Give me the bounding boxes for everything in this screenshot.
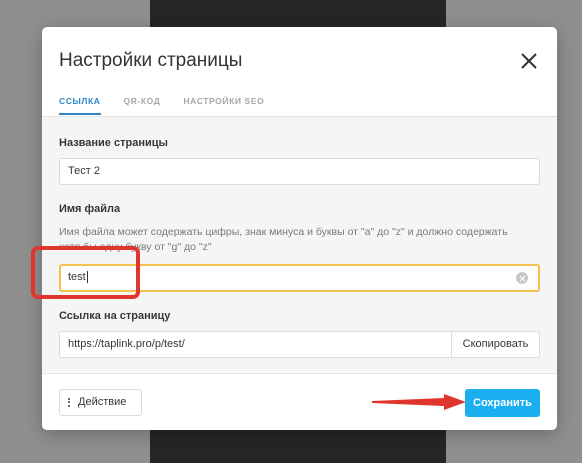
dialog-footer: Действие Сохранить xyxy=(42,373,557,430)
tab-bar: ССЫЛКА QR-КОД НАСТРОЙКИ SEO xyxy=(59,96,287,115)
clear-icon[interactable] xyxy=(516,272,528,284)
dialog-title: Настройки страницы xyxy=(59,50,243,71)
annotation-arrow-icon xyxy=(372,394,466,410)
file-name-label: Имя файла xyxy=(59,203,121,215)
close-icon[interactable] xyxy=(519,51,539,71)
dots-vertical-icon xyxy=(68,396,71,408)
page-link-group: https://taplink.pro/p/test/ Скопировать xyxy=(59,331,540,358)
tab-seo-settings[interactable]: НАСТРОЙКИ SEO xyxy=(183,96,264,115)
save-button[interactable]: Сохранить xyxy=(465,389,540,417)
action-label: Действие xyxy=(78,396,127,408)
page-name-label: Название страницы xyxy=(59,137,168,149)
annotation-highlight-box xyxy=(31,246,140,299)
page-link-label: Ссылка на страницу xyxy=(59,310,171,322)
page-settings-dialog: Настройки страницы ССЫЛКА QR-КОД НАСТРОЙ… xyxy=(42,27,557,430)
action-button[interactable]: Действие xyxy=(59,389,142,416)
page-name-input[interactable]: Тест 2 xyxy=(59,158,540,185)
copy-button[interactable]: Скопировать xyxy=(452,331,540,358)
dialog-header: Настройки страницы ССЫЛКА QR-КОД НАСТРОЙ… xyxy=(42,27,557,117)
tab-link[interactable]: ССЫЛКА xyxy=(59,96,101,115)
tab-qr-code[interactable]: QR-КОД xyxy=(124,96,161,115)
page-link-input[interactable]: https://taplink.pro/p/test/ xyxy=(59,331,452,358)
